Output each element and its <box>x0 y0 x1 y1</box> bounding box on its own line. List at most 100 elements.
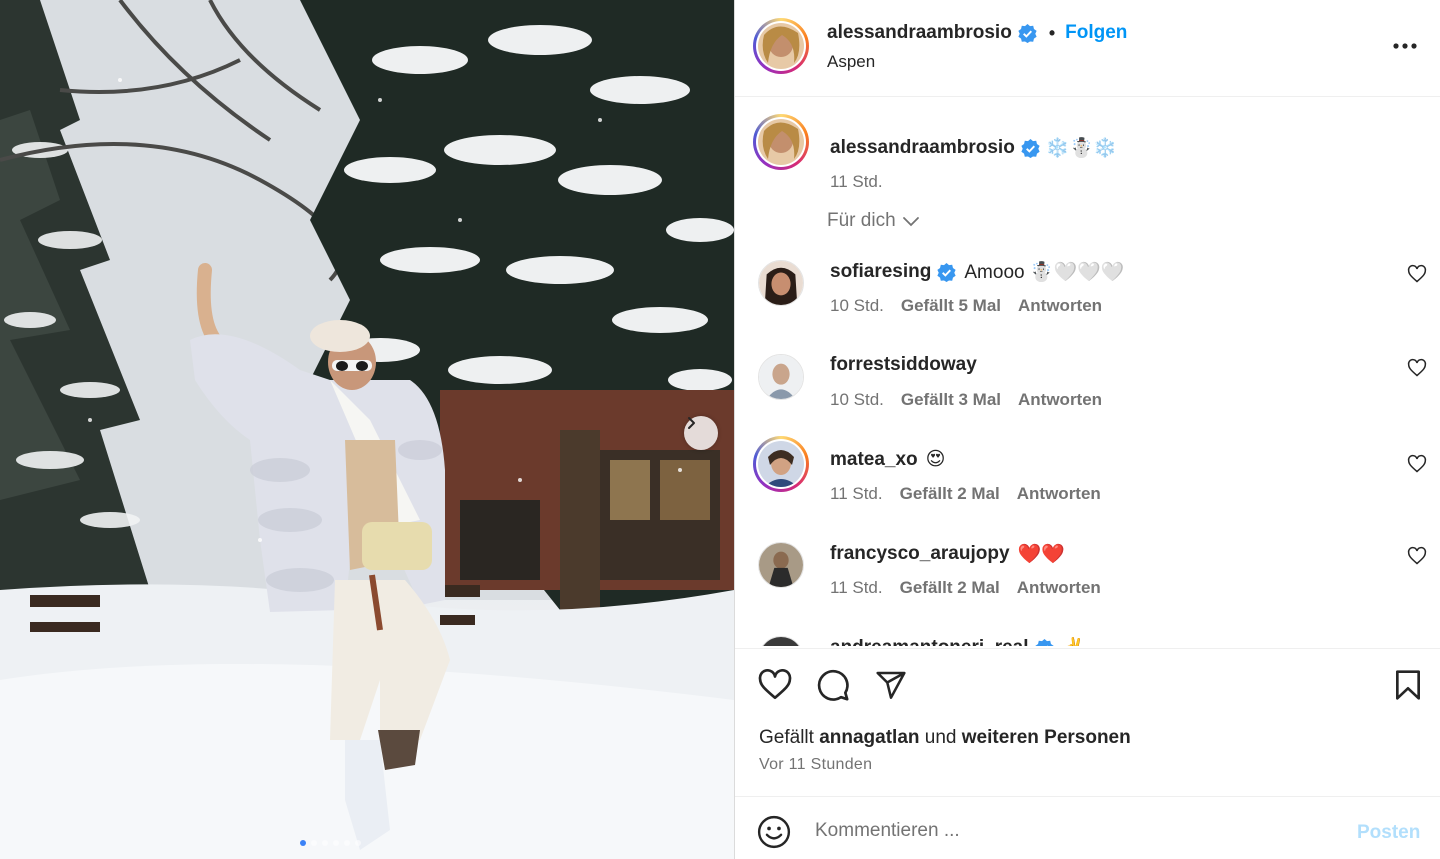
carousel-dot <box>333 840 339 846</box>
verified-badge-icon <box>1021 138 1040 158</box>
action-icons-row <box>757 667 909 703</box>
comment-meta: 11 Std. Gefällt 2 Mal Antworten <box>830 578 1101 598</box>
comment-timestamp: 11 Std. <box>830 578 883 597</box>
verified-badge-icon <box>1018 23 1037 43</box>
comment-item: matea_xo 😍 11 Std. Gefällt 2 Mal Antwort… <box>735 434 1440 524</box>
heart-icon <box>758 669 792 700</box>
comment-item: sofiaresing Amooo ☃️🤍🤍🤍 10 Std. Gefällt … <box>735 252 1440 342</box>
comment-body: ✌️ <box>1062 636 1086 646</box>
photo-scene <box>0 0 734 859</box>
comment-text-row: forrestsiddoway <box>830 354 985 376</box>
post-location[interactable]: Aspen <box>827 52 875 72</box>
comment-text-row: andreamantoneri_real ✌️ <box>830 636 1085 646</box>
comment-item: forrestsiddoway 10 Std. Gefällt 3 Mal An… <box>735 346 1440 436</box>
comment-item: andreamantoneri_real ✌️ <box>735 628 1440 646</box>
reply-button[interactable]: Antworten <box>1017 578 1101 598</box>
comment-body: 😍 <box>925 449 946 470</box>
comment-username[interactable]: forrestsiddoway <box>830 354 977 376</box>
comment-timestamp: 10 Std. <box>830 390 884 409</box>
post-timestamp[interactable]: Vor 11 Stunden <box>759 756 872 774</box>
more-horizontal-icon <box>1393 43 1417 49</box>
carousel-dot <box>300 840 306 846</box>
chevron-right-icon <box>688 417 695 429</box>
author-username[interactable]: alessandraambrosio <box>827 22 1012 44</box>
heart-icon[interactable] <box>1407 454 1427 474</box>
likes-summary[interactable]: Gefällt annagatlan und weiteren Personen <box>759 727 1131 749</box>
comment-body: Amooo ☃️🤍🤍🤍 <box>964 262 1125 283</box>
comment-text-row: matea_xo 😍 <box>830 448 945 471</box>
post-photo[interactable] <box>0 0 734 859</box>
comment-likes-count[interactable]: Gefällt 3 Mal <box>901 390 1001 410</box>
likes-user[interactable]: annagatlan <box>819 727 919 748</box>
caption-username[interactable]: alessandraambrosio <box>830 137 1015 159</box>
commenter-avatar[interactable] <box>758 542 804 588</box>
author-avatar[interactable] <box>753 18 809 74</box>
post-side-panel: alessandraambrosio • Folgen Aspen alessa… <box>734 0 1440 859</box>
comment-body: ❤️❤️ <box>1017 544 1065 565</box>
comment-meta: 11 Std. Gefällt 2 Mal Antworten <box>830 484 1101 504</box>
save-button[interactable] <box>1390 667 1426 703</box>
carousel-dot <box>311 840 317 846</box>
follow-button[interactable]: Folgen <box>1065 22 1127 44</box>
comment-meta: 10 Std. Gefällt 5 Mal Antworten <box>830 296 1102 316</box>
comment-username[interactable]: matea_xo <box>830 449 918 471</box>
caption-timestamp: 11 Std. <box>830 172 883 191</box>
comment-input[interactable] <box>815 811 1335 851</box>
heart-icon[interactable] <box>1407 546 1427 566</box>
bookmark-icon <box>1396 670 1420 700</box>
carousel-dot <box>322 840 328 846</box>
chevron-down-icon <box>902 217 919 227</box>
comment-text-row: francysco_araujopy ❤️❤️ <box>830 542 1065 566</box>
commenter-avatar[interactable] <box>758 636 804 646</box>
verified-badge-icon <box>937 262 956 282</box>
comment-filter-label: Für dich <box>827 210 896 231</box>
comment-item: francysco_araujopy ❤️❤️ 11 Std. Gefällt … <box>735 534 1440 624</box>
commenter-avatar[interactable] <box>758 260 804 306</box>
paper-plane-icon <box>876 671 906 699</box>
post-actions: Gefällt annagatlan und weiteren Personen… <box>735 648 1440 796</box>
comment-likes-count[interactable]: Gefällt 5 Mal <box>901 296 1001 316</box>
next-slide-button[interactable] <box>684 416 718 450</box>
reply-button[interactable]: Antworten <box>1018 390 1102 410</box>
avatar-image <box>758 119 804 165</box>
more-options-button[interactable] <box>1391 32 1419 60</box>
carousel-dot <box>355 840 361 846</box>
separator-dot: • <box>1048 22 1056 43</box>
avatar-image <box>758 23 804 69</box>
likes-middle: und <box>924 727 957 748</box>
comment-username[interactable]: andreamantoneri_real <box>830 637 1029 646</box>
comment-username[interactable]: francysco_araujopy <box>830 543 1010 565</box>
comment-text-row: sofiaresing Amooo ☃️🤍🤍🤍 <box>830 260 1124 284</box>
comment-bubble-icon <box>817 669 849 701</box>
post-header: alessandraambrosio • Folgen Aspen <box>735 0 1440 97</box>
post-comment-button[interactable]: Posten <box>1357 822 1420 844</box>
likes-others[interactable]: weiteren Personen <box>962 727 1131 748</box>
header-user-row: alessandraambrosio • Folgen <box>827 22 1127 44</box>
like-button[interactable] <box>757 667 793 703</box>
comment-composer: Posten <box>735 796 1440 859</box>
comment-button[interactable] <box>815 667 851 703</box>
comment-timestamp: 10 Std. <box>830 296 884 315</box>
comments-section[interactable]: alessandraambrosio ❄️☃️❄️ 11 Std. Für di… <box>735 98 1440 646</box>
likes-prefix: Gefällt <box>759 727 814 748</box>
comment-timestamp: 11 Std. <box>830 484 883 503</box>
comment-likes-count[interactable]: Gefällt 2 Mal <box>900 578 1000 598</box>
caption-avatar[interactable] <box>753 114 809 170</box>
reply-button[interactable]: Antworten <box>1018 296 1102 316</box>
caption-text: ❄️☃️❄️ <box>1045 138 1117 159</box>
commenter-avatar[interactable] <box>753 436 809 492</box>
heart-icon[interactable] <box>1407 264 1427 284</box>
heart-icon[interactable] <box>1407 358 1427 378</box>
caption-text-row: alessandraambrosio ❄️☃️❄️ <box>830 136 1117 160</box>
comment-likes-count[interactable]: Gefällt 2 Mal <box>900 484 1000 504</box>
comment-meta: 10 Std. Gefällt 3 Mal Antworten <box>830 390 1102 410</box>
avatar-image <box>758 441 804 487</box>
carousel-dot <box>344 840 350 846</box>
comment-filter-dropdown[interactable]: Für dich <box>827 210 920 232</box>
share-button[interactable] <box>873 667 909 703</box>
comment-username[interactable]: sofiaresing <box>830 261 931 283</box>
reply-button[interactable]: Antworten <box>1017 484 1101 504</box>
carousel-indicator <box>300 840 361 846</box>
emoji-icon[interactable] <box>757 815 791 849</box>
commenter-avatar[interactable] <box>758 354 804 400</box>
